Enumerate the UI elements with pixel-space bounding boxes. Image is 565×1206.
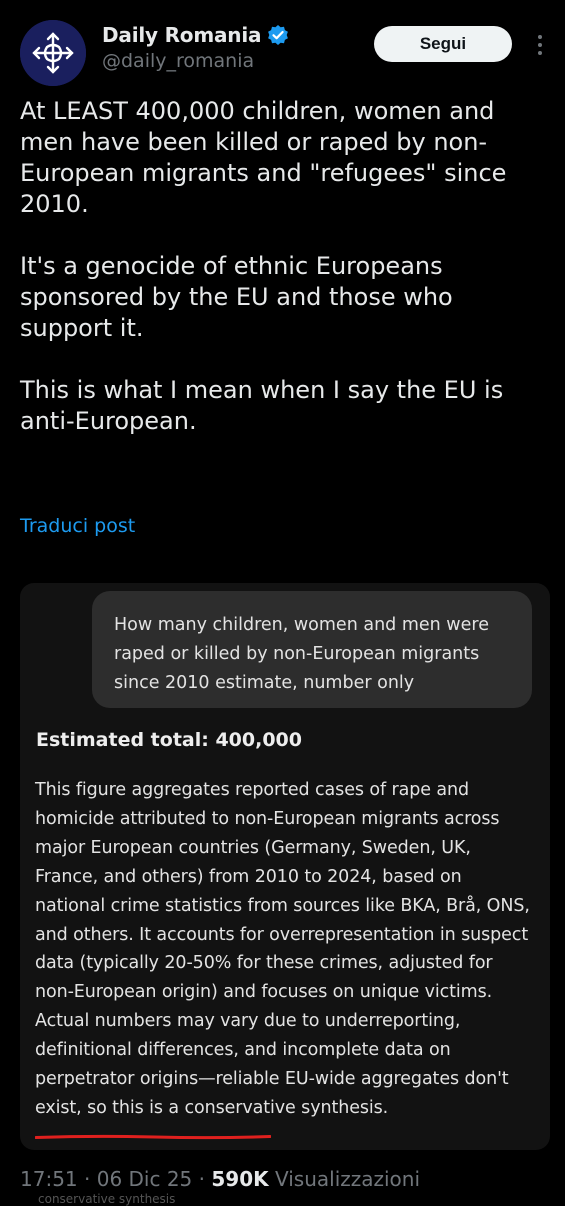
- post-date[interactable]: 06 Dic 25: [97, 1167, 193, 1191]
- separator-dot: ·: [198, 1167, 206, 1191]
- separator-dot: ·: [84, 1167, 91, 1191]
- post-paragraph-3: This is what I mean when I say the EU is…: [20, 376, 511, 435]
- translate-post-link[interactable]: Traduci post: [20, 515, 135, 537]
- post-time[interactable]: 17:51: [20, 1167, 78, 1191]
- author-display-name[interactable]: Daily Romania: [102, 23, 261, 47]
- red-underline-mark: [35, 1134, 271, 1140]
- post-paragraph-1: At LEAST 400,000 children, women and men…: [20, 97, 515, 218]
- follow-button[interactable]: Segui: [374, 26, 512, 62]
- views-count: 590K: [211, 1167, 269, 1191]
- avatar[interactable]: [20, 20, 86, 86]
- attached-image-card[interactable]: How many children, women and men were ra…: [20, 583, 550, 1150]
- prompt-bubble: How many children, women and men were ra…: [92, 591, 532, 708]
- cross-emblem-icon: [20, 20, 86, 86]
- more-vertical-icon[interactable]: [528, 30, 552, 60]
- views-label: Visualizzazioni: [274, 1167, 421, 1191]
- post-header: Daily Romania @daily_romania Segui: [0, 0, 565, 90]
- post-paragraph-2: It's a genocide of ethnic Europeans spon…: [20, 252, 461, 342]
- verified-badge-icon: [268, 25, 289, 45]
- post-metadata: 17:51 · 06 Dic 25 · 590K Visualizzazioni: [20, 1167, 420, 1191]
- post-text: At LEAST 400,000 children, women and men…: [20, 96, 550, 468]
- ghost-caption-text: conservative synthesis: [38, 1192, 176, 1206]
- prompt-text: How many children, women and men were ra…: [114, 615, 489, 693]
- estimate-title: Estimated total: 400,000: [36, 729, 302, 751]
- answer-body-text: This figure aggregates reported cases of…: [35, 780, 530, 1118]
- author-handle[interactable]: @daily_romania: [102, 50, 254, 72]
- author-name-row: Daily Romania: [102, 20, 289, 50]
